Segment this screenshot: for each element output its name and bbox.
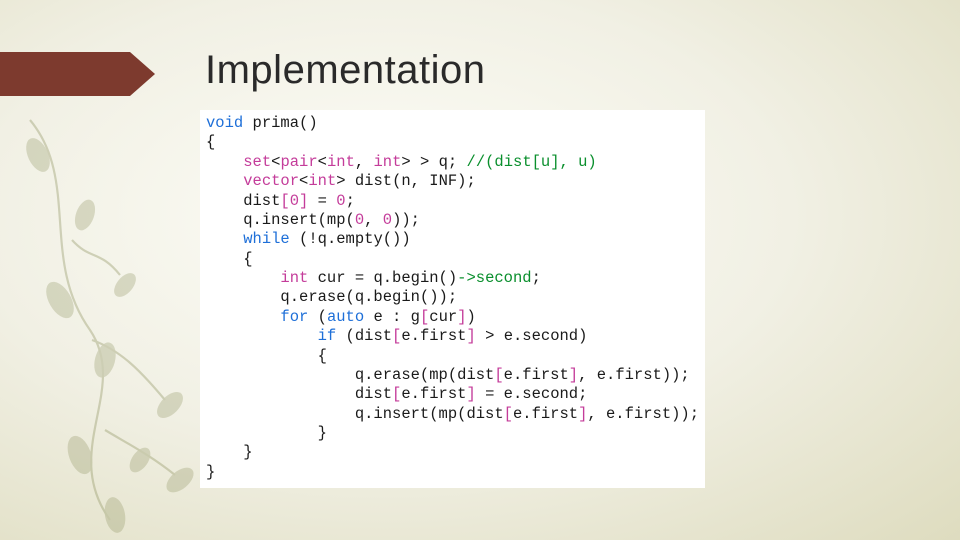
code-token: cur = q.begin() [308,269,457,287]
code-token [206,230,243,248]
code-token: if [318,327,337,345]
code-token: ) [467,308,476,326]
code-token: ; [532,269,541,287]
code-token: ] [569,366,578,384]
code-token: 0 [355,211,364,229]
code-token: 0 [336,192,345,210]
code-token: ] [299,192,308,210]
code-token: = [308,192,336,210]
code-token: [ [504,405,513,423]
code-token: (dist [336,327,392,345]
code-token: [ [494,366,503,384]
code-token: cur [429,308,457,326]
code-token: e : g [364,308,420,326]
code-token: dist [206,192,280,210]
code-token: > [401,153,410,171]
code-token: int [280,269,308,287]
code-token: < [299,172,308,190]
code-token: -> [457,269,476,287]
code-token: void [206,114,243,132]
slide-ribbon [0,52,155,96]
code-token: [ [420,308,429,326]
code-token: while [243,230,290,248]
code-token: > [336,172,345,190]
code-token: auto [327,308,364,326]
code-token: dist [206,385,392,403]
code-token: int [308,172,336,190]
code-token: second [476,269,532,287]
code-token: ; [346,192,355,210]
code-token: pair [280,153,317,171]
code-token: } [206,424,327,442]
code-token: { [206,347,327,365]
code-token: )); [392,211,420,229]
code-token: > q; [411,153,467,171]
code-listing: void prima() { set<pair<int, int> > q; /… [200,110,705,488]
code-token: } [206,463,215,481]
code-token: 0 [383,211,392,229]
code-token: ( [308,308,327,326]
code-token: ] [578,405,587,423]
code-token: [ [280,192,289,210]
code-token [206,269,280,287]
code-token: , [364,211,383,229]
code-token: q.insert(mp(dist [206,405,504,423]
code-token: (!q.empty()) [290,230,411,248]
code-token: ] [466,327,475,345]
code-token: ] [466,385,475,403]
code-token: e.first [401,385,466,403]
code-token: [ [392,385,401,403]
code-token: int [373,153,401,171]
code-token: , e.first)); [587,405,699,423]
code-token: q.erase(q.begin()); [206,288,457,306]
code-token: e.first [513,405,578,423]
code-token: e.first [401,327,466,345]
code-token: //(dist[u], u) [467,153,597,171]
code-token: { [206,133,215,151]
slide-title: Implementation [205,48,485,93]
code-token [206,153,243,171]
code-token: q.insert(mp( [206,211,355,229]
code-token: e.first [504,366,569,384]
code-token: prima() [243,114,317,132]
code-token: , [355,153,374,171]
code-token [206,327,318,345]
code-token: ] [457,308,466,326]
code-token: , e.first)); [578,366,690,384]
code-token: = e.second; [476,385,588,403]
code-token: dist(n, INF); [346,172,476,190]
code-token: } [206,443,253,461]
code-token: > e.second) [476,327,588,345]
code-token: q.erase(mp(dist [206,366,494,384]
code-token: { [206,250,253,268]
code-token: for [280,308,308,326]
code-token: 0 [290,192,299,210]
code-token: vector [243,172,299,190]
code-token [206,308,280,326]
code-token: < [318,153,327,171]
code-token [206,172,243,190]
code-token: [ [392,327,401,345]
code-token: int [327,153,355,171]
code-token: set [243,153,271,171]
